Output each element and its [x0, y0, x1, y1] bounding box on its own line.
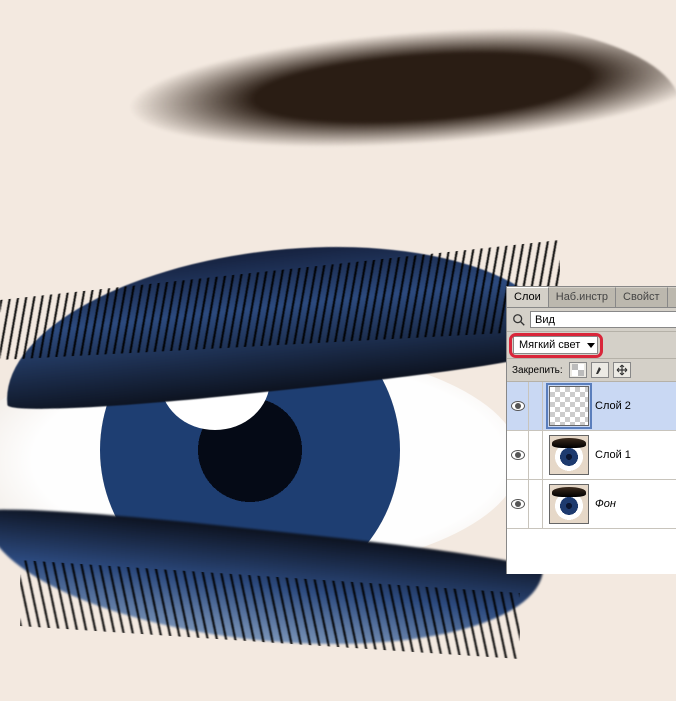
- blend-mode-row: Мягкий свет: [507, 332, 676, 359]
- layers-list: Слой 2 Слой 1 Фон: [507, 382, 676, 574]
- eye-icon: [511, 401, 525, 411]
- visibility-toggle[interactable]: [507, 480, 529, 528]
- eye-icon: [511, 450, 525, 460]
- panel-tabs: Слои Наб.инстр Свойст: [507, 287, 676, 308]
- link-column: [529, 431, 543, 479]
- layer-thumbnail[interactable]: [549, 435, 589, 475]
- layer-row[interactable]: Слой 2: [507, 382, 676, 431]
- lock-position-icon[interactable]: [613, 362, 631, 378]
- lock-icons-group: [569, 362, 631, 378]
- layers-panel: Слои Наб.инстр Свойст Мягкий свет Закреп…: [506, 286, 676, 574]
- layer-row[interactable]: Слой 1: [507, 431, 676, 480]
- layer-thumbnail[interactable]: [549, 484, 589, 524]
- eye-icon: [511, 499, 525, 509]
- lock-paint-icon[interactable]: [591, 362, 609, 378]
- tab-layers[interactable]: Слои: [507, 287, 549, 307]
- link-column: [529, 480, 543, 528]
- layer-name[interactable]: Слой 2: [595, 400, 676, 412]
- layer-name[interactable]: Фон: [595, 498, 676, 510]
- tab-tool-presets[interactable]: Наб.инстр: [549, 287, 616, 307]
- tab-spacer: [668, 287, 676, 307]
- layer-row[interactable]: Фон: [507, 480, 676, 529]
- layer-name[interactable]: Слой 1: [595, 449, 676, 461]
- lock-label: Закрепить:: [512, 365, 563, 376]
- filter-row: [507, 308, 676, 332]
- search-icon: [512, 313, 526, 327]
- lock-row: Закрепить:: [507, 359, 676, 382]
- blend-mode-value: Мягкий свет: [519, 339, 580, 351]
- link-column: [529, 382, 543, 430]
- visibility-toggle[interactable]: [507, 431, 529, 479]
- filter-kind-select[interactable]: [530, 311, 676, 328]
- chevron-down-icon: [587, 343, 595, 348]
- visibility-toggle[interactable]: [507, 382, 529, 430]
- layer-thumbnail[interactable]: [549, 386, 589, 426]
- tab-properties[interactable]: Свойст: [616, 287, 667, 307]
- lock-transparency-icon[interactable]: [569, 362, 587, 378]
- blend-mode-select[interactable]: Мягкий свет: [513, 336, 598, 354]
